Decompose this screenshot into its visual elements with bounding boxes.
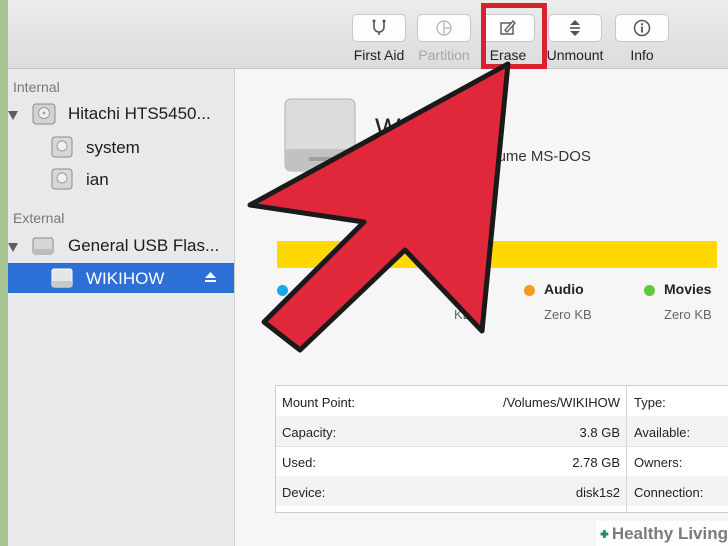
- watermark-text: Healthy Living: [611, 523, 728, 543]
- watermark: Healthy Living: [596, 521, 728, 546]
- disk-utility-window: First Aid Partition Erase Unmount Info I…: [8, 0, 728, 546]
- plus-leaf-icon: [600, 529, 609, 538]
- pointer-arrow-icon: [247, 61, 511, 353]
